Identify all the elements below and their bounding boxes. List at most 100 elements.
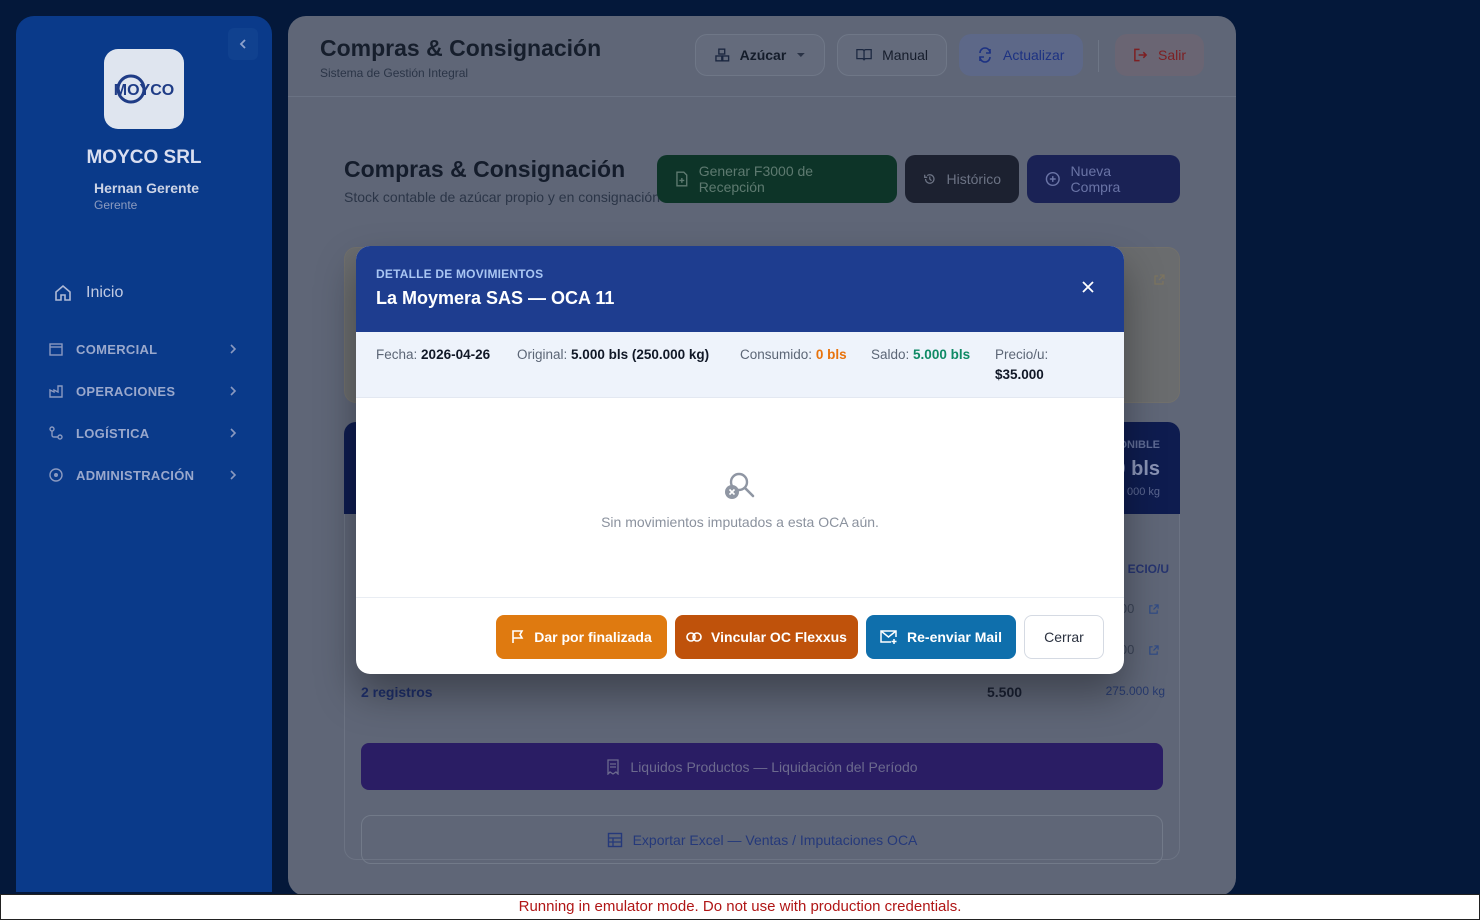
refresh-label: Actualizar	[1003, 47, 1065, 63]
nav-home[interactable]: Inicio	[54, 284, 123, 302]
records-total-kg: 275.000 kg	[1105, 684, 1165, 698]
info-fecha: Fecha: 2026-04-26	[376, 345, 496, 365]
book-icon	[856, 49, 872, 61]
info-original: Original: 5.000 bls (250.000 kg)	[517, 345, 717, 365]
nav-group-comercial[interactable]: COMERCIAL	[48, 341, 238, 357]
product-select[interactable]: Azúcar	[695, 34, 825, 76]
nav-group-logistica[interactable]: LOGÍSTICA	[48, 425, 238, 441]
app-title: Compras & Consignación	[320, 35, 602, 61]
liquidos-productos-button[interactable]: Liquidos Productos — Liquidación del Per…	[361, 743, 1163, 790]
info-fecha-label: Fecha:	[376, 347, 418, 362]
modal-footer: Dar por finalizada Vincular OC Flexxus R…	[356, 597, 1124, 674]
external-link-icon[interactable]	[1153, 274, 1165, 286]
receipt-icon	[607, 758, 620, 775]
modal-header: DETALLE DE MOVIMIENTOS La Moymera SAS — …	[356, 246, 1124, 332]
store-icon	[48, 341, 64, 357]
nav-home-label: Inicio	[86, 284, 124, 301]
toolbar-divider	[1098, 40, 1099, 72]
topbar: Compras & Consignación Sistema de Gestió…	[288, 16, 1236, 97]
stock-sub: 000 kg	[1126, 486, 1160, 498]
info-original-label: Original:	[517, 347, 568, 362]
export-label: Exportar Excel — Ventas / Imputaciones O…	[632, 831, 918, 848]
flag-icon	[512, 630, 524, 643]
external-link-icon[interactable]	[1148, 645, 1159, 656]
product-select-value: Azúcar	[739, 47, 787, 63]
info-consumido: Consumido: 0 bls	[740, 345, 850, 365]
admin-icon	[48, 467, 64, 483]
page-title: Compras & Consignación	[344, 156, 626, 182]
manual-button[interactable]: Manual	[837, 34, 947, 76]
finalize-label: Dar por finalizada	[534, 629, 652, 645]
logo-text: MOYCO	[114, 82, 174, 99]
route-icon	[48, 425, 64, 441]
records-total-bls: 5.500	[987, 684, 1023, 700]
chevron-right-icon	[230, 470, 237, 480]
boxes-icon	[715, 48, 730, 62]
emulator-notice: Running in emulator mode. Do not use wit…	[0, 894, 1480, 920]
movements-detail-modal: DETALLE DE MOVIMIENTOS La Moymera SAS — …	[356, 246, 1124, 674]
nav-group-label: OPERACIONES	[76, 383, 176, 399]
info-precio-label: Precio/u:	[995, 347, 1049, 362]
close-modal-label: Cerrar	[1044, 629, 1084, 645]
sidebar-collapse-button[interactable]	[228, 28, 258, 60]
modal-kicker: DETALLE DE MOVIMIENTOS	[376, 267, 544, 281]
search-x-icon	[725, 472, 755, 499]
resend-mail-label: Re-enviar Mail	[907, 629, 1002, 645]
info-precio-value: $35.000	[995, 367, 1044, 382]
nav-group-operaciones[interactable]: OPERACIONES	[48, 383, 238, 399]
info-fecha-value: 2026-04-26	[421, 347, 491, 362]
nav-group-label: LOGÍSTICA	[76, 425, 150, 441]
history-icon	[924, 174, 935, 184]
chevron-left-icon	[239, 39, 246, 49]
info-consumido-value: 0 bls	[815, 347, 847, 362]
file-plus-icon	[676, 171, 688, 187]
generate-f3000-button[interactable]: Generar F3000 de Recepción	[657, 155, 897, 203]
historico-label: Histórico	[946, 171, 1001, 187]
empty-message: Sin movimientos imputados a esta OCA aún…	[601, 514, 879, 530]
info-saldo-label: Saldo:	[871, 347, 910, 362]
nav-group-administracion[interactable]: ADMINISTRACIÓN	[48, 467, 238, 483]
chevron-right-icon	[230, 386, 237, 396]
spreadsheet-icon	[607, 832, 622, 847]
link-oc-label: Vincular OC Flexxus	[711, 629, 847, 645]
info-precio: Precio/u: $35.000	[995, 345, 1105, 385]
nueva-compra-button[interactable]: Nueva Compra	[1027, 155, 1180, 203]
records-count: 2 registros	[361, 684, 433, 700]
chevron-down-icon	[797, 53, 806, 57]
historico-button[interactable]: Histórico	[905, 155, 1019, 203]
logout-label: Salir	[1157, 47, 1186, 63]
modal-title: La Moymera SAS — OCA 11	[376, 288, 615, 308]
link-oc-button[interactable]: Vincular OC Flexxus	[675, 615, 858, 659]
finalize-button[interactable]: Dar por finalizada	[496, 615, 667, 659]
plus-circle-icon	[1045, 171, 1060, 187]
sidebar: MOYCO MOYCO SRL Hernan Gerente Gerente I…	[16, 16, 272, 892]
refresh-button[interactable]: Actualizar	[959, 34, 1083, 76]
resend-mail-button[interactable]: Re-enviar Mail	[866, 615, 1016, 659]
company-logo: MOYCO	[104, 49, 184, 129]
app-subtitle: Sistema de Gestión Integral	[320, 66, 469, 80]
company-name: MOYCO SRL	[86, 147, 202, 168]
nueva-compra-label: Nueva Compra	[1070, 163, 1121, 195]
close-modal-button[interactable]: Cerrar	[1024, 615, 1104, 659]
refresh-icon	[979, 47, 991, 63]
info-original-value: 5.000 bls (250.000 kg)	[571, 347, 710, 362]
logout-button[interactable]: Salir	[1115, 34, 1204, 76]
home-icon	[55, 284, 71, 301]
logout-icon	[1134, 48, 1148, 62]
empty-state: Sin movimientos imputados a esta OCA aún…	[356, 398, 1124, 597]
external-link-icon[interactable]	[1148, 604, 1159, 615]
chevron-right-icon	[230, 344, 237, 354]
page-subtitle: Stock contable de azúcar propio y en con…	[344, 189, 660, 205]
info-saldo-value: 5.000 bls	[913, 347, 971, 362]
liquidos-label: Liquidos Productos — Liquidación del Per…	[630, 758, 918, 775]
info-saldo: Saldo: 5.000 bls	[871, 345, 971, 365]
manual-label: Manual	[882, 47, 928, 63]
column-header-precio: ECIO/U	[1127, 562, 1169, 576]
oca-info-row: Fecha: 2026-04-26 Original: 5.000 bls (2…	[356, 332, 1124, 398]
export-excel-button[interactable]: Exportar Excel — Ventas / Imputaciones O…	[361, 815, 1163, 864]
nav-group-label: COMERCIAL	[76, 341, 158, 357]
mail-plus-icon	[880, 630, 897, 644]
chevron-right-icon	[230, 428, 237, 438]
modal-close-button[interactable]	[1078, 277, 1098, 297]
info-consumido-label: Consumido:	[740, 347, 813, 362]
